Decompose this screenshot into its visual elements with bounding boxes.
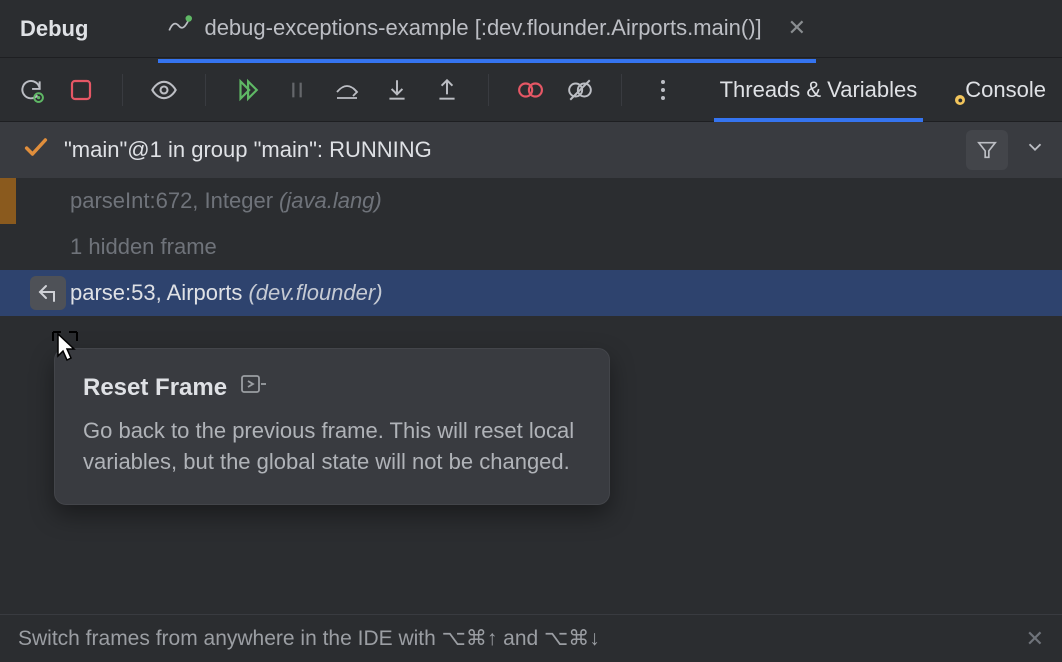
toolbar-separator	[621, 74, 622, 106]
toolbar-separator	[122, 74, 123, 106]
thread-check-icon	[22, 133, 50, 167]
toolbar-separator	[488, 74, 489, 106]
hint-close-icon[interactable]: ✕	[1026, 626, 1044, 652]
tooltip-title-text: Reset Frame	[83, 374, 227, 402]
resume-icon[interactable]	[232, 75, 262, 105]
hint-text: Switch frames from anywhere in the IDE w…	[18, 626, 600, 651]
frame-method: parseInt:672, Integer	[70, 188, 273, 214]
frame-row-selected[interactable]: parse:53, Airports (dev.flounder)	[0, 270, 1062, 316]
step-over-icon[interactable]	[332, 75, 362, 105]
toolbar-separator	[205, 74, 206, 106]
breakpoints-icon[interactable]	[515, 75, 545, 105]
frame-package: (dev.flounder)	[248, 280, 382, 306]
frame-row-hidden[interactable]: 1 hidden frame	[0, 224, 1062, 270]
frame-method: parse:53, Airports	[70, 280, 242, 306]
eye-icon[interactable]	[149, 75, 179, 105]
tooltip-body-text: Go back to the previous frame. This will…	[83, 416, 581, 478]
step-into-icon[interactable]	[382, 75, 412, 105]
step-out-icon[interactable]	[432, 75, 462, 105]
tooltip-reset-frame: Reset Frame Go back to the previous fram…	[54, 348, 610, 505]
chevron-down-icon[interactable]	[1024, 136, 1046, 164]
tab-console-label: Console	[965, 77, 1046, 103]
close-icon[interactable]: ✕	[788, 15, 806, 41]
thread-status-text: "main"@1 in group "main": RUNNING	[64, 137, 432, 163]
run-config-icon	[166, 12, 192, 44]
frames-list: parseInt:672, Integer (java.lang) 1 hidd…	[0, 178, 1062, 316]
run-to-cursor-icon	[241, 373, 267, 402]
thread-status-bar: "main"@1 in group "main": RUNNING	[0, 122, 1062, 178]
window-tabs: Debug debug-exceptions-example [:dev.flo…	[0, 0, 1062, 58]
reset-frame-button[interactable]	[30, 276, 66, 310]
run-config-label: debug-exceptions-example [:dev.flounder.…	[204, 15, 761, 41]
frame-method: 1 hidden frame	[70, 234, 217, 260]
rerun-icon[interactable]	[16, 75, 46, 105]
cursor-icon	[50, 330, 80, 370]
filter-button[interactable]	[966, 130, 1008, 170]
mute-breakpoints-icon[interactable]	[565, 75, 595, 105]
row-accent	[0, 178, 16, 224]
tab-threads-variables[interactable]: Threads & Variables	[720, 58, 918, 121]
frame-row[interactable]: parseInt:672, Integer (java.lang)	[0, 178, 1062, 224]
stop-icon[interactable]	[66, 75, 96, 105]
console-badge-icon: ●	[953, 93, 967, 107]
hint-footer: Switch frames from anywhere in the IDE w…	[0, 614, 1062, 662]
debug-view-tabs: Threads & Variables ● Console	[720, 58, 1046, 121]
pause-icon[interactable]	[282, 75, 312, 105]
tab-underline	[158, 59, 816, 63]
tab-run-config[interactable]: debug-exceptions-example [:dev.flounder.…	[166, 12, 806, 46]
toolbar-left	[16, 74, 678, 106]
more-icon[interactable]	[648, 75, 678, 105]
tab-console[interactable]: ● Console	[953, 58, 1046, 121]
frame-package: (java.lang)	[279, 188, 382, 214]
debug-toolbar: Threads & Variables ● Console	[0, 58, 1062, 122]
tab-debug[interactable]: Debug	[20, 16, 88, 42]
